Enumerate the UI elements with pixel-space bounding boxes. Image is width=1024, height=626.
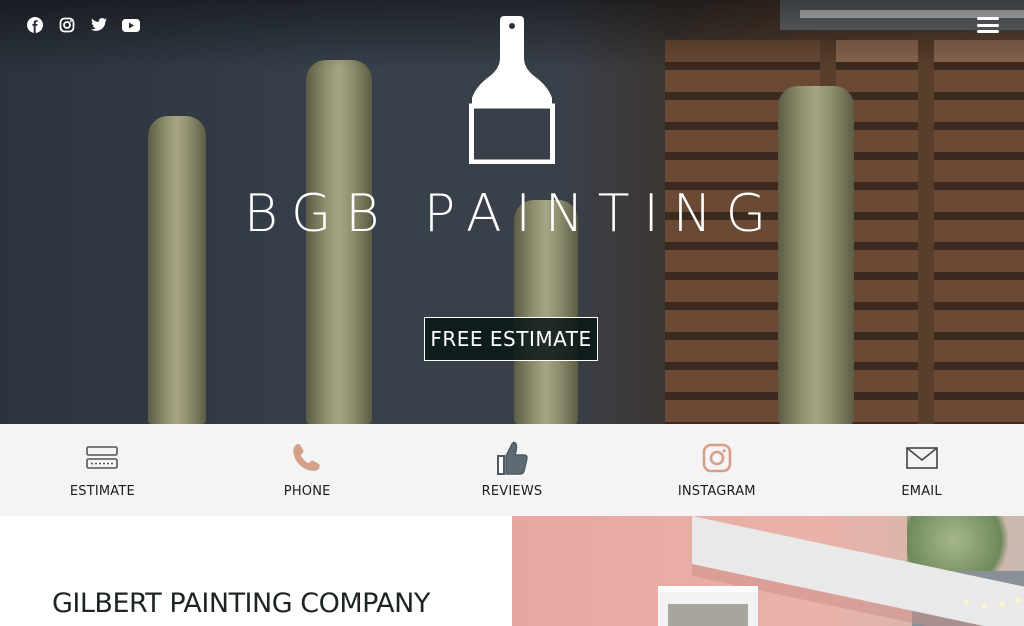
phone-icon: [291, 438, 323, 478]
quick-link-phone[interactable]: PHONE: [205, 424, 410, 516]
paint-brush-icon: [469, 16, 555, 169]
quick-link-label: EMAIL: [901, 484, 942, 499]
section-heading: GILBERT PAINTING COMPANY: [52, 588, 430, 619]
quick-link-instagram[interactable]: INSTAGRAM: [614, 424, 819, 516]
instagram-icon: [702, 438, 732, 478]
quick-link-label: INSTAGRAM: [677, 484, 756, 499]
hamburger-menu-icon[interactable]: [977, 17, 999, 33]
envelope-icon: [905, 438, 938, 478]
cactus: [148, 116, 206, 424]
youtube-icon[interactable]: [122, 16, 140, 34]
quick-link-label: ESTIMATE: [69, 484, 135, 499]
quick-links-bar: ESTIMATE PHONE REVIEWS INSTAGRAM EMAIL: [0, 424, 1024, 516]
twitter-icon[interactable]: [90, 16, 108, 34]
cactus: [778, 86, 854, 424]
string-light-bulb: [982, 604, 987, 609]
quick-link-email[interactable]: EMAIL: [819, 424, 1024, 516]
house-photo: [512, 516, 1024, 626]
facebook-icon[interactable]: [26, 16, 44, 34]
quick-link-reviews[interactable]: REVIEWS: [410, 424, 615, 516]
string-light-bulb: [1016, 598, 1021, 603]
string-light-bulb: [964, 600, 969, 605]
social-links: [26, 16, 140, 34]
estimate-form-icon: [86, 438, 119, 478]
thumbs-up-icon: [495, 438, 529, 478]
string-light-bulb: [1000, 602, 1005, 607]
free-estimate-button[interactable]: FREE ESTIMATE: [424, 317, 598, 361]
instagram-icon[interactable]: [58, 16, 76, 34]
quick-link-label: REVIEWS: [481, 484, 543, 499]
hero-section: BGB PAINTING FREE ESTIMATE: [0, 0, 1024, 424]
quick-link-estimate[interactable]: ESTIMATE: [0, 424, 205, 516]
quick-link-label: PHONE: [283, 484, 331, 499]
brand-name: BGB PAINTING: [243, 184, 781, 244]
window-pane: [668, 604, 748, 626]
